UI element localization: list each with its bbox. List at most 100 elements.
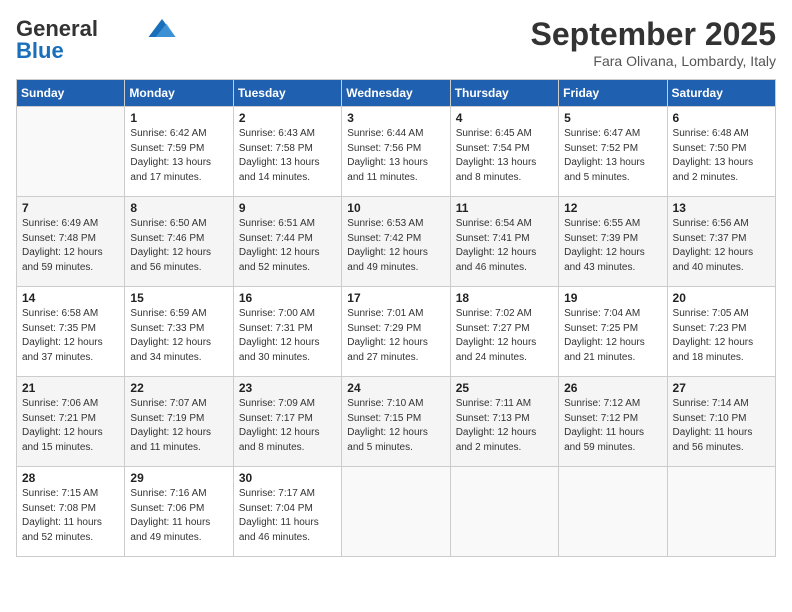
sun-info: Sunrise: 6:56 AMSunset: 7:37 PMDaylight:… xyxy=(673,217,770,275)
page-header: General Blue September 2025 Fara Olivana… xyxy=(16,16,776,69)
day-number: 3 xyxy=(347,111,444,125)
day-number: 8 xyxy=(130,201,227,215)
calendar-cell: 22Sunrise: 7:07 AMSunset: 7:19 PMDayligh… xyxy=(125,377,233,467)
day-number: 28 xyxy=(22,471,119,485)
calendar-week-row: 14Sunrise: 6:58 AMSunset: 7:35 PMDayligh… xyxy=(17,287,776,377)
sun-info: Sunrise: 7:01 AMSunset: 7:29 PMDaylight:… xyxy=(347,307,444,365)
day-number: 1 xyxy=(130,111,227,125)
sun-info: Sunrise: 6:50 AMSunset: 7:46 PMDaylight:… xyxy=(130,217,227,275)
day-number: 11 xyxy=(456,201,553,215)
calendar-cell: 30Sunrise: 7:17 AMSunset: 7:04 PMDayligh… xyxy=(233,467,341,557)
day-number: 16 xyxy=(239,291,336,305)
logo-icon xyxy=(148,19,176,37)
sun-info: Sunrise: 7:15 AMSunset: 7:08 PMDaylight:… xyxy=(22,487,119,545)
day-number: 27 xyxy=(673,381,770,395)
day-number: 5 xyxy=(564,111,661,125)
logo: General Blue xyxy=(16,16,176,64)
calendar-cell: 11Sunrise: 6:54 AMSunset: 7:41 PMDayligh… xyxy=(450,197,558,287)
calendar-cell xyxy=(17,107,125,197)
calendar-cell: 13 Sunrise: 6:56 AMSunset: 7:37 PMDayligh… xyxy=(667,197,775,287)
day-number: 6 xyxy=(673,111,770,125)
sun-info: Sunrise: 6:48 AMSunset: 7:50 PMDaylight:… xyxy=(673,127,770,185)
sun-info: Sunrise: 6:42 AMSunset: 7:59 PMDaylight:… xyxy=(130,127,227,185)
calendar-cell: 21 Sunrise: 7:06 AMSunset: 7:21 PMDayligh… xyxy=(17,377,125,467)
sun-info: Sunrise: 7:09 AMSunset: 7:17 PMDaylight:… xyxy=(239,397,336,455)
sun-info: Sunrise: 7:02 AMSunset: 7:27 PMDaylight:… xyxy=(456,307,553,365)
weekday-header-thursday: Thursday xyxy=(450,80,558,107)
day-number: 20 xyxy=(673,291,770,305)
day-number: 7 xyxy=(22,201,119,215)
sun-info: Sunrise: 7:12 AMSunset: 7:12 PMDaylight:… xyxy=(564,397,661,455)
day-number: 4 xyxy=(456,111,553,125)
calendar-cell: 18 Sunrise: 7:02 AMSunset: 7:27 PMDayligh… xyxy=(450,287,558,377)
calendar-cell: 12Sunrise: 6:55 AMSunset: 7:39 PMDayligh… xyxy=(559,197,667,287)
sun-info: Sunrise: 6:43 AMSunset: 7:58 PMDaylight:… xyxy=(239,127,336,185)
calendar-cell: 2 Sunrise: 6:43 AMSunset: 7:58 PMDaylight… xyxy=(233,107,341,197)
sun-info: Sunrise: 7:17 AMSunset: 7:04 PMDaylight:… xyxy=(239,487,336,545)
day-number: 17 xyxy=(347,291,444,305)
calendar-cell: 19 Sunrise: 7:04 AMSunset: 7:25 PMDayligh… xyxy=(559,287,667,377)
calendar-week-row: 7 Sunrise: 6:49 AMSunset: 7:48 PMDaylight… xyxy=(17,197,776,287)
sun-info: Sunrise: 6:51 AMSunset: 7:44 PMDaylight:… xyxy=(239,217,336,275)
day-number: 23 xyxy=(239,381,336,395)
title-section: September 2025 Fara Olivana, Lombardy, I… xyxy=(531,16,776,69)
calendar-cell: 5 Sunrise: 6:47 AMSunset: 7:52 PMDaylight… xyxy=(559,107,667,197)
weekday-header-saturday: Saturday xyxy=(667,80,775,107)
weekday-header-tuesday: Tuesday xyxy=(233,80,341,107)
calendar-cell: 26 Sunrise: 7:12 AMSunset: 7:12 PMDayligh… xyxy=(559,377,667,467)
calendar-cell: 3 Sunrise: 6:44 AMSunset: 7:56 PMDaylight… xyxy=(342,107,450,197)
day-number: 19 xyxy=(564,291,661,305)
calendar-cell: 15Sunrise: 6:59 AMSunset: 7:33 PMDayligh… xyxy=(125,287,233,377)
sun-info: Sunrise: 6:49 AMSunset: 7:48 PMDaylight:… xyxy=(22,217,119,275)
calendar-cell: 27Sunrise: 7:14 AMSunset: 7:10 PMDayligh… xyxy=(667,377,775,467)
sun-info: Sunrise: 7:06 AMSunset: 7:21 PMDaylight:… xyxy=(22,397,119,455)
sun-info: Sunrise: 6:55 AMSunset: 7:39 PMDaylight:… xyxy=(564,217,661,275)
weekday-header-friday: Friday xyxy=(559,80,667,107)
calendar-cell: 25 Sunrise: 7:11 AMSunset: 7:13 PMDayligh… xyxy=(450,377,558,467)
sun-info: Sunrise: 6:45 AMSunset: 7:54 PMDaylight:… xyxy=(456,127,553,185)
calendar-cell: 8 Sunrise: 6:50 AMSunset: 7:46 PMDaylight… xyxy=(125,197,233,287)
calendar-cell xyxy=(667,467,775,557)
day-number: 18 xyxy=(456,291,553,305)
logo-blue: Blue xyxy=(16,38,64,64)
sun-info: Sunrise: 7:05 AMSunset: 7:23 PMDaylight:… xyxy=(673,307,770,365)
calendar-cell: 14Sunrise: 6:58 AMSunset: 7:35 PMDayligh… xyxy=(17,287,125,377)
sun-info: Sunrise: 6:44 AMSunset: 7:56 PMDaylight:… xyxy=(347,127,444,185)
day-number: 26 xyxy=(564,381,661,395)
calendar-cell: 29Sunrise: 7:16 AMSunset: 7:06 PMDayligh… xyxy=(125,467,233,557)
sun-info: Sunrise: 6:58 AMSunset: 7:35 PMDaylight:… xyxy=(22,307,119,365)
calendar-cell: 20 Sunrise: 7:05 AMSunset: 7:23 PMDayligh… xyxy=(667,287,775,377)
calendar-cell: 1 Sunrise: 6:42 AMSunset: 7:59 PMDaylight… xyxy=(125,107,233,197)
day-number: 25 xyxy=(456,381,553,395)
weekday-header-sunday: Sunday xyxy=(17,80,125,107)
weekday-header-monday: Monday xyxy=(125,80,233,107)
sun-info: Sunrise: 7:11 AMSunset: 7:13 PMDaylight:… xyxy=(456,397,553,455)
day-number: 15 xyxy=(130,291,227,305)
sun-info: Sunrise: 6:47 AMSunset: 7:52 PMDaylight:… xyxy=(564,127,661,185)
calendar-week-row: 1 Sunrise: 6:42 AMSunset: 7:59 PMDaylight… xyxy=(17,107,776,197)
sun-info: Sunrise: 7:00 AMSunset: 7:31 PMDaylight:… xyxy=(239,307,336,365)
calendar-cell xyxy=(450,467,558,557)
day-number: 9 xyxy=(239,201,336,215)
day-number: 29 xyxy=(130,471,227,485)
calendar-cell: 17 Sunrise: 7:01 AMSunset: 7:29 PMDayligh… xyxy=(342,287,450,377)
calendar-cell: 9 Sunrise: 6:51 AMSunset: 7:44 PMDaylight… xyxy=(233,197,341,287)
calendar-week-row: 28 Sunrise: 7:15 AMSunset: 7:08 PMDayligh… xyxy=(17,467,776,557)
sun-info: Sunrise: 7:04 AMSunset: 7:25 PMDaylight:… xyxy=(564,307,661,365)
sun-info: Sunrise: 7:07 AMSunset: 7:19 PMDaylight:… xyxy=(130,397,227,455)
calendar-cell: 10Sunrise: 6:53 AMSunset: 7:42 PMDayligh… xyxy=(342,197,450,287)
calendar-cell: 28 Sunrise: 7:15 AMSunset: 7:08 PMDayligh… xyxy=(17,467,125,557)
sun-info: Sunrise: 6:53 AMSunset: 7:42 PMDaylight:… xyxy=(347,217,444,275)
month-title: September 2025 xyxy=(531,16,776,53)
calendar-cell: 7 Sunrise: 6:49 AMSunset: 7:48 PMDaylight… xyxy=(17,197,125,287)
weekday-header-wednesday: Wednesday xyxy=(342,80,450,107)
sun-info: Sunrise: 7:10 AMSunset: 7:15 PMDaylight:… xyxy=(347,397,444,455)
location: Fara Olivana, Lombardy, Italy xyxy=(531,53,776,69)
day-number: 13 xyxy=(673,201,770,215)
calendar-week-row: 21 Sunrise: 7:06 AMSunset: 7:21 PMDayligh… xyxy=(17,377,776,467)
day-number: 2 xyxy=(239,111,336,125)
calendar-cell xyxy=(559,467,667,557)
calendar-cell xyxy=(342,467,450,557)
day-number: 21 xyxy=(22,381,119,395)
day-number: 24 xyxy=(347,381,444,395)
